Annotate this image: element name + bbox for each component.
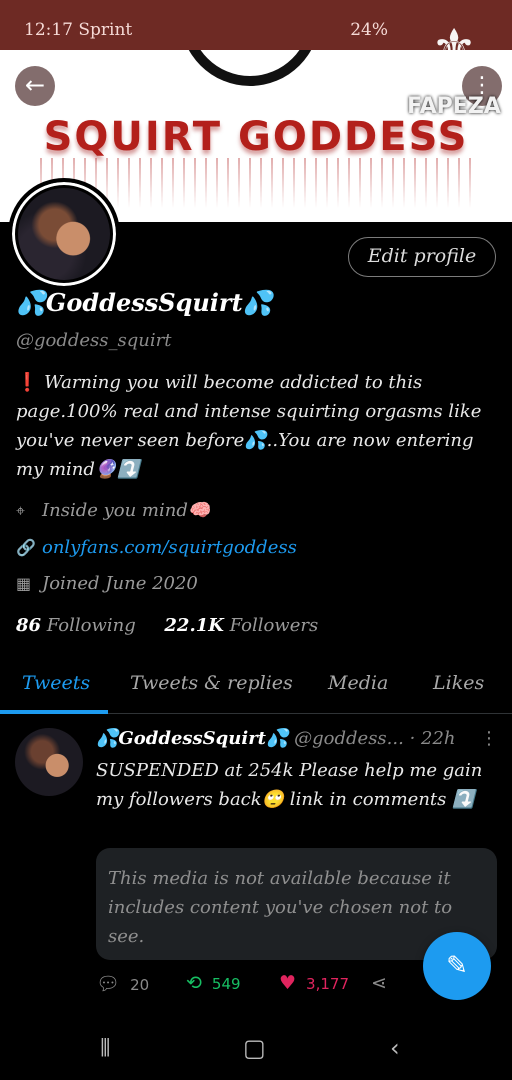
followers-label: Followers	[229, 615, 319, 636]
android-navigation-bar: ⦀ ▢ ‹	[0, 1020, 512, 1080]
share-button[interactable]: ⋖	[371, 972, 397, 994]
tweet-actions: 💬︎ 20 ⟲ 549 ♥ 3,177 ⋖	[96, 972, 396, 1002]
share-icon: ⋖	[371, 972, 387, 994]
recent-apps-button[interactable]: ⦀	[100, 1034, 111, 1062]
following-link[interactable]: 86 Following	[16, 615, 136, 636]
banner-logo-ring	[180, 50, 320, 86]
active-tab-indicator	[0, 710, 108, 714]
user-handle: @goddess_squirt	[16, 330, 172, 351]
watermark-text: FAPEZA	[407, 94, 501, 119]
compose-icon: ✎	[446, 951, 468, 981]
avatar-photo	[18, 188, 110, 280]
tab-tweets-replies[interactable]: Tweets & replies	[130, 672, 293, 694]
tab-likes[interactable]: Likes	[433, 672, 484, 694]
follow-counts: 86 Following 22.1K Followers	[16, 615, 318, 636]
profile-joined: ▦ Joined June 2020	[16, 573, 198, 594]
arrow-left-icon: ←	[24, 71, 46, 99]
like-count: 3,177	[306, 975, 349, 993]
map-pin-icon: ⌖	[16, 501, 26, 520]
tweet-author-name[interactable]: 💦GoddessSquirt💦	[96, 728, 288, 749]
profile-website: 🔗 onlyfans.com/squirtgoddess	[16, 537, 297, 558]
following-count: 86	[16, 615, 42, 636]
location-text: Inside you mind🧠	[42, 500, 211, 521]
home-button[interactable]: ▢	[243, 1034, 266, 1062]
back-nav-button[interactable]: ‹	[390, 1034, 400, 1062]
reply-icon: 💬︎	[96, 973, 121, 995]
joined-text: Joined June 2020	[42, 573, 198, 594]
edit-profile-button[interactable]: Edit profile	[348, 237, 496, 277]
following-label: Following	[46, 615, 136, 636]
followers-count: 22.1K	[164, 615, 224, 636]
tweet-text: SUSPENDED at 254k Please help me gain my…	[96, 760, 483, 810]
link-icon: 🔗	[16, 538, 36, 557]
profile-tabs: Tweets Tweets & replies Media Likes	[0, 668, 512, 714]
calendar-icon: ▦	[16, 574, 32, 593]
tab-media[interactable]: Media	[328, 672, 388, 694]
status-time: 12:17 Sprint	[24, 20, 133, 40]
retweet-count: 549	[211, 975, 241, 993]
tab-tweets[interactable]: Tweets	[22, 672, 90, 694]
compose-tweet-button[interactable]: ✎	[423, 932, 491, 1000]
retweet-icon: ⟲	[186, 972, 202, 994]
tweet-header: 💦GoddessSquirt💦 @goddess... · 22h	[96, 728, 476, 749]
reply-count: 20	[130, 976, 150, 994]
tweet-author-handle: @goddess...	[294, 728, 404, 749]
battery-level: 24%	[350, 20, 388, 40]
back-button[interactable]: ←	[15, 66, 55, 106]
watermark-figure-icon: ⚜	[430, 19, 478, 79]
warning-icon: ❗	[16, 372, 39, 393]
like-button[interactable]: ♥ 3,177	[279, 972, 349, 994]
tweet-time: · 22h	[409, 728, 456, 749]
retweet-button[interactable]: ⟲ 549	[186, 972, 241, 994]
reply-button[interactable]: 💬︎ 20	[96, 972, 149, 995]
profile-location: ⌖ Inside you mind🧠	[16, 500, 210, 521]
profile-avatar[interactable]	[8, 178, 120, 290]
tweet-more-icon[interactable]: ⋮	[480, 728, 498, 749]
display-name: 💦GoddessSquirt💦	[16, 288, 273, 317]
watermark: ⚜ FAPEZA	[404, 4, 504, 134]
profile-bio: ❗ Warning you will become addicted to th…	[16, 368, 486, 484]
website-link[interactable]: onlyfans.com/squirtgoddess	[42, 537, 297, 558]
tweet-avatar[interactable]	[15, 728, 83, 796]
bio-text: Warning you will become addicted to this…	[16, 372, 482, 480]
followers-link[interactable]: 22.1K Followers	[164, 615, 318, 636]
heart-icon: ♥	[279, 972, 297, 994]
